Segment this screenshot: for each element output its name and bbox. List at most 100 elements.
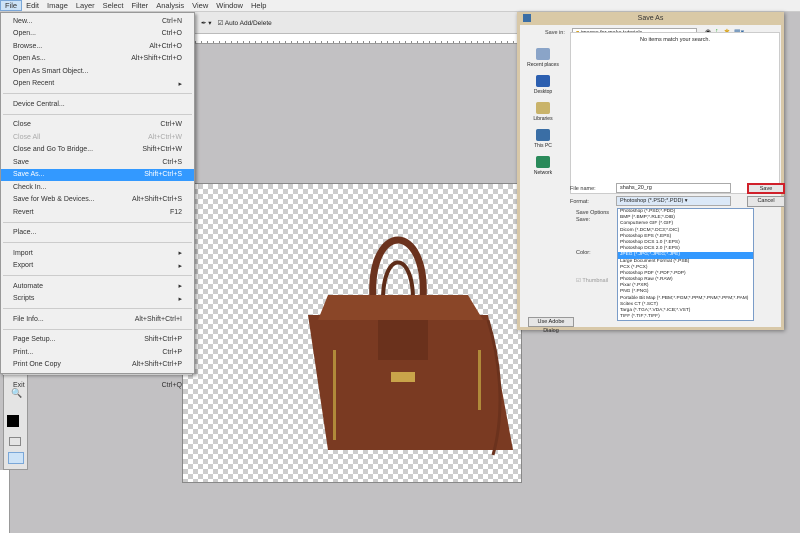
- menu-edit[interactable]: Edit: [22, 1, 43, 10]
- menu-item-close-and-go-to-bridge[interactable]: Close and Go To Bridge... Shift+Ctrl+W: [1, 144, 194, 157]
- menu-item-label: Page Setup...: [13, 336, 56, 344]
- thumbnail-checkbox[interactable]: ☑ Thumbnail: [576, 278, 608, 284]
- file-name-value: shahs_20_rg: [620, 185, 652, 191]
- save-options-label: Save Options: [576, 210, 610, 216]
- submenu-arrow-icon: ▸: [178, 250, 182, 258]
- menu-item-close-all[interactable]: Close All Alt+Ctrl+W: [1, 131, 194, 144]
- menu-item-shortcut: Ctrl+N: [161, 17, 182, 25]
- menu-item-label: Export: [13, 262, 34, 270]
- menu-item-page-setup[interactable]: Page Setup... Shift+Ctrl+P: [1, 334, 194, 347]
- menu-item-shortcut: Alt+Ctrl+W: [148, 133, 182, 141]
- pen-icon[interactable]: ✒ ▾: [201, 19, 212, 27]
- menu-analysis[interactable]: Analysis: [152, 1, 188, 10]
- submenu-arrow-icon: ▸: [178, 283, 182, 291]
- format-dropdown[interactable]: Photoshop (*.PSD;*.PDD) ▾: [616, 196, 731, 206]
- network-icon: [536, 156, 550, 168]
- save-in-label: Save in:: [545, 30, 565, 36]
- menu-item-shortcut: Alt+Shift+Ctrl+S: [132, 196, 182, 204]
- place-recent-places[interactable]: Recent places: [523, 48, 563, 68]
- auto-add-delete-label: Auto Add/Delete: [224, 19, 272, 27]
- menu-item-shortcut: Alt+Shift+Ctrl+O: [131, 55, 182, 63]
- menu-item-print[interactable]: Print... Ctrl+P: [1, 346, 194, 359]
- file-menu: New... Ctrl+N Open... Ctrl+O Browse... Alt+Ct…: [0, 12, 195, 389]
- menu-layer[interactable]: Layer: [72, 1, 99, 10]
- menu-item-file-info[interactable]: File Info... Alt+Shift+Ctrl+I: [1, 313, 194, 326]
- menu-item-scripts[interactable]: Scripts ▸: [1, 293, 194, 306]
- menu-item-label: File Info...: [13, 315, 44, 323]
- menu-item-open-as[interactable]: Open As... Alt+Shift+Ctrl+O: [1, 53, 194, 66]
- menu-item-shortcut: Shift+Ctrl+W: [142, 146, 182, 154]
- menu-item-place[interactable]: Place...: [1, 227, 194, 240]
- menu-item-label: New...: [13, 17, 33, 25]
- place-network[interactable]: Network: [523, 156, 563, 176]
- menu-item-label: Browse...: [13, 42, 43, 50]
- dialog-title: Save As: [637, 15, 664, 22]
- handbag-image: [308, 236, 513, 456]
- menu-item-close[interactable]: Close Ctrl+W: [1, 119, 194, 132]
- format-option[interactable]: Portable Bit Map (*.PBM;*.PGM;*.PPM;*.PN…: [618, 296, 753, 302]
- submenu-arrow-icon: ▸: [178, 295, 182, 303]
- foreground-color-swatch[interactable]: [7, 415, 19, 427]
- file-name-input[interactable]: shahs_20_rg: [616, 183, 731, 193]
- menu-window[interactable]: Window: [212, 1, 247, 10]
- menu-select[interactable]: Select: [99, 1, 128, 10]
- menu-item-label: Save As...: [13, 171, 45, 179]
- format-dropdown-list[interactable]: Photoshop (*.PSD;*.PDD) BMP (*.BMP;*.RLE;…: [617, 208, 754, 321]
- menu-item-new[interactable]: New... Ctrl+N: [1, 15, 194, 28]
- menu-view[interactable]: View: [188, 1, 212, 10]
- place-this-pc[interactable]: This PC: [523, 129, 563, 149]
- submenu-arrow-icon: ▸: [178, 80, 182, 88]
- place-label: This PC: [534, 143, 552, 149]
- menu-item-export[interactable]: Export ▸: [1, 260, 194, 273]
- use-adobe-dialog-button[interactable]: Use Adobe Dialog: [528, 317, 574, 334]
- file-name-label: File name:: [570, 186, 596, 192]
- menu-item-save-for-web-devices[interactable]: Save for Web & Devices... Alt+Shift+Ctrl+…: [1, 194, 194, 207]
- menu-item-shortcut: Alt+Ctrl+O: [149, 42, 182, 50]
- color-label: Color:: [576, 250, 591, 256]
- file-list[interactable]: No items match your search.: [570, 32, 780, 194]
- menu-item-open[interactable]: Open... Ctrl+O: [1, 28, 194, 41]
- menu-item-shortcut: Alt+Shift+Ctrl+I: [134, 315, 182, 323]
- menu-image[interactable]: Image: [43, 1, 72, 10]
- menu-item-check-in[interactable]: Check In...: [1, 181, 194, 194]
- quick-mask-icon[interactable]: [9, 437, 21, 446]
- menu-filter[interactable]: Filter: [128, 1, 153, 10]
- screen-mode-icon[interactable]: [8, 452, 24, 464]
- menu-item-save-as[interactable]: Save As... Shift+Ctrl+S: [1, 168, 194, 181]
- menu-item-label: Close All: [13, 133, 41, 141]
- menu-item-device-central[interactable]: Device Central...: [1, 98, 194, 111]
- place-label: Libraries: [533, 116, 553, 122]
- menu-item-revert[interactable]: Revert F12: [1, 206, 194, 219]
- save-as-dialog: Save As Save in: ■ images for make tutor…: [517, 12, 785, 334]
- menu-item-save[interactable]: Save Ctrl+S: [1, 156, 194, 169]
- place-libraries[interactable]: Libraries: [523, 102, 563, 122]
- menu-item-open-recent[interactable]: Open Recent ▸: [1, 78, 194, 91]
- place-desktop[interactable]: Desktop: [523, 75, 563, 95]
- menu-item-exit[interactable]: Exit Ctrl+Q: [1, 379, 194, 392]
- menu-item-print-one-copy[interactable]: Print One Copy Alt+Shift+Ctrl+P: [1, 359, 194, 372]
- menu-item-label: Open...: [13, 30, 36, 38]
- menu-help[interactable]: Help: [247, 1, 270, 10]
- menu-item-open-as-smart-object[interactable]: Open As Smart Object...: [1, 65, 194, 78]
- place-label: Network: [533, 170, 553, 176]
- menu-item-shortcut: Ctrl+P: [162, 348, 182, 356]
- menu-item-label: Check In...: [13, 183, 47, 191]
- menu-item-label: Close: [13, 121, 31, 129]
- save-button[interactable]: Save: [747, 183, 785, 194]
- recent-places-icon: [536, 48, 550, 60]
- menu-item-label: Import: [13, 249, 33, 257]
- cancel-button[interactable]: Cancel: [747, 196, 785, 207]
- menu-file[interactable]: File: [0, 0, 23, 11]
- menu-item-shortcut: Ctrl+Q: [161, 381, 182, 389]
- menu-item-automate[interactable]: Automate ▸: [1, 280, 194, 293]
- menu-item-shortcut: Shift+Ctrl+P: [144, 336, 182, 344]
- menu-item-browse[interactable]: Browse... Alt+Ctrl+O: [1, 40, 194, 53]
- menu-item-import[interactable]: Import ▸: [1, 247, 194, 260]
- menu-item-shortcut: Alt+Shift+Ctrl+P: [132, 361, 182, 369]
- format-option[interactable]: TIFF (*.TIF;*.TIFF): [618, 314, 753, 320]
- dialog-title-bar: Save As: [520, 12, 781, 25]
- photoshop-icon: [523, 14, 531, 22]
- menu-item-label: Print One Copy: [13, 361, 61, 369]
- menu-item-shortcut: Ctrl+O: [161, 30, 182, 38]
- auto-add-delete-checkbox[interactable]: ☑ Auto Add/Delete: [218, 19, 272, 27]
